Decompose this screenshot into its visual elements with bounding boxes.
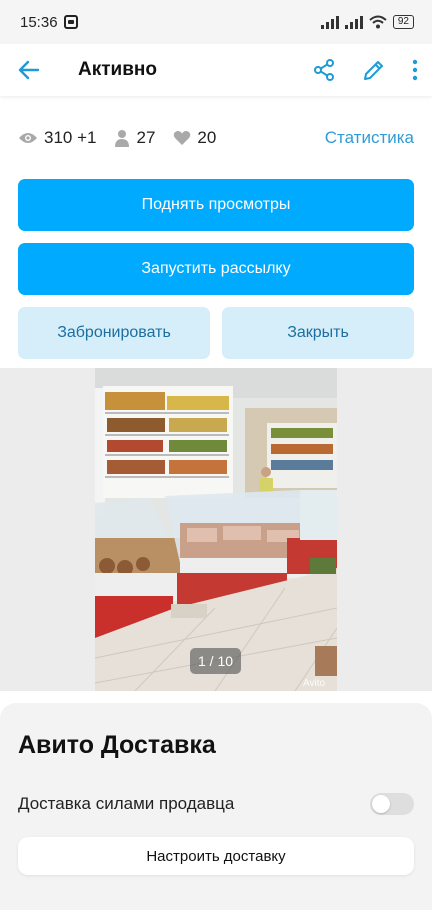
listing-photo[interactable] (95, 368, 337, 691)
reserve-button[interactable]: Забронировать (18, 307, 210, 359)
views-count: 310 +1 (44, 128, 97, 147)
delivery-title: Авито Доставка (18, 731, 216, 759)
configure-delivery-button[interactable]: Настроить доставку (18, 837, 414, 875)
status-time: 15:36 (20, 13, 58, 31)
contacts-count: 27 (136, 128, 156, 147)
favorites-count: 20 (197, 128, 217, 147)
statistics-link[interactable]: Статистика (325, 128, 414, 148)
photo-counter: 1 / 10 (190, 648, 241, 674)
battery-icon: 92 (392, 15, 414, 29)
avito-watermark: Avito (303, 678, 326, 689)
status-bar: 15:36 92 (0, 0, 432, 44)
views-stat: 310 +1 (18, 128, 96, 148)
signal-icon-2 (344, 15, 363, 29)
photo-gallery[interactable]: 1 / 10 Avito (0, 368, 432, 691)
page-title: Активно (78, 59, 157, 80)
more-vertical-icon[interactable] (412, 59, 418, 81)
share-icon[interactable] (312, 58, 336, 82)
favorites-stat: 20 (173, 128, 216, 148)
app-bar-actions (312, 58, 418, 82)
sim-icon (63, 15, 78, 29)
status-icons: 92 (320, 15, 414, 29)
stats-row: 310 +1 27 20 Статистика (18, 124, 414, 152)
eye-icon (19, 133, 37, 143)
close-listing-button[interactable]: Закрыть (222, 307, 414, 359)
raise-views-button[interactable]: Поднять просмотры (18, 179, 414, 231)
edit-pencil-icon[interactable] (362, 58, 386, 82)
seller-delivery-toggle[interactable] (370, 793, 414, 815)
toggle-knob (372, 795, 390, 813)
delivery-sheet: Авито Доставка Доставка силами продавца … (0, 703, 432, 910)
back-arrow-icon[interactable] (18, 60, 40, 80)
person-icon (115, 130, 130, 147)
seller-delivery-label: Доставка силами продавца (18, 794, 235, 813)
signal-icon (320, 15, 339, 29)
app-bar: Активно (0, 44, 432, 96)
start-mailing-button[interactable]: Запустить рассылку (18, 243, 414, 295)
contacts-stat: 27 (114, 128, 155, 148)
heart-icon (174, 131, 191, 145)
wifi-icon (369, 15, 387, 29)
